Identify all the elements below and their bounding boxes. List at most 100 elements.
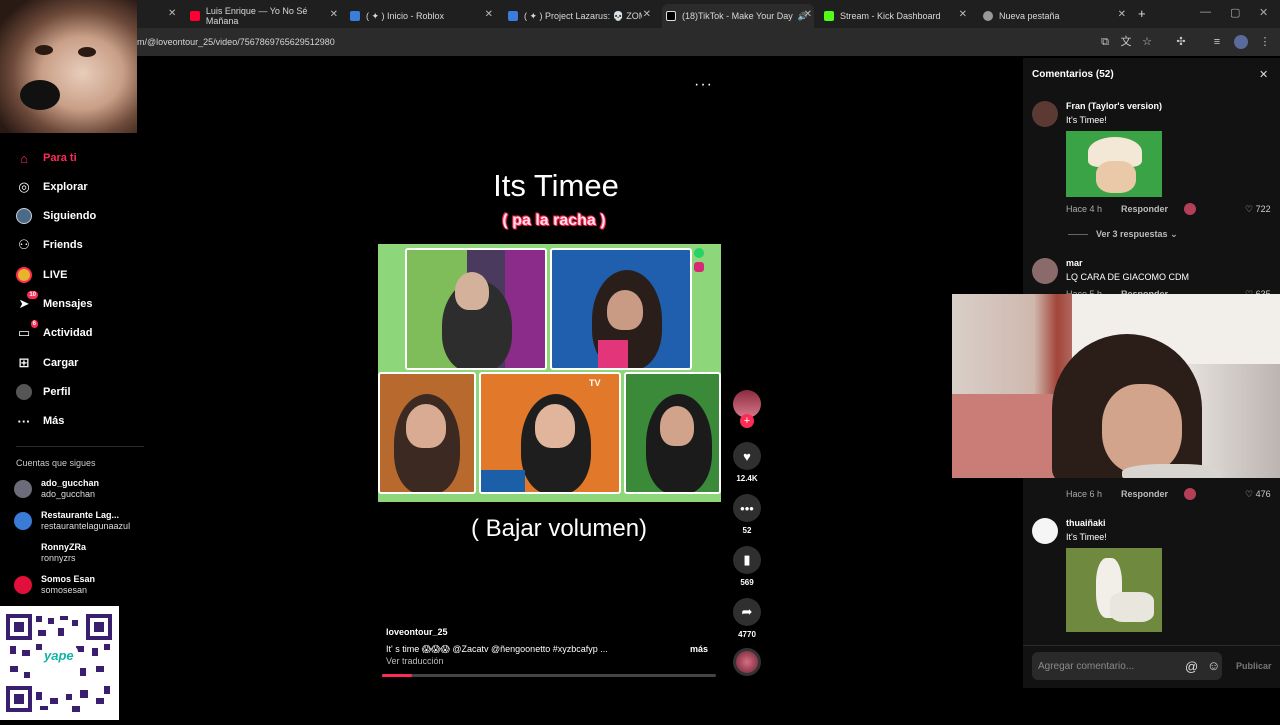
new-tab-button[interactable]: + bbox=[1138, 6, 1146, 21]
close-tab-icon[interactable]: ✕ bbox=[804, 9, 812, 20]
frame-detail bbox=[505, 250, 545, 368]
heart-icon[interactable]: ♥ bbox=[733, 442, 761, 470]
video-author[interactable]: loveontour_25 bbox=[386, 627, 448, 637]
comments-title: Comentarios (52) bbox=[1032, 69, 1114, 80]
nav-mensajes[interactable]: ➤ 10 Mensajes bbox=[16, 291, 93, 314]
close-tab-icon[interactable]: ✕ bbox=[168, 8, 176, 19]
video-player[interactable]: TV bbox=[378, 244, 721, 502]
share-action[interactable]: ➦ 4770 bbox=[733, 598, 761, 639]
like-action[interactable]: ♥ 12.4K bbox=[733, 442, 761, 483]
bookmark-icon[interactable]: ▮ bbox=[733, 546, 761, 574]
reply-button[interactable]: Responder bbox=[1121, 204, 1168, 214]
nav-live[interactable]: LIVE bbox=[16, 265, 67, 285]
webcam-overlay-face bbox=[0, 0, 137, 133]
extensions-icon[interactable]: ✣ bbox=[1174, 35, 1188, 49]
nav-actividad[interactable]: ▭ 6 Actividad bbox=[16, 320, 93, 343]
comment-time: Hace 6 h bbox=[1066, 489, 1103, 499]
video-description: It' s time 😱😱😱 @Zacatv @ñengoonetto #xyz… bbox=[386, 644, 608, 654]
webcam-overlay-streamer bbox=[952, 294, 1280, 478]
account-name: ado_gucchan bbox=[41, 478, 100, 488]
share-count: 4770 bbox=[738, 630, 756, 639]
follow-button[interactable]: + bbox=[740, 414, 754, 428]
translate-link[interactable]: Ver traducción bbox=[386, 656, 444, 666]
media-control-icon[interactable]: ≡ bbox=[1210, 35, 1224, 49]
nav-explorar[interactable]: ◎ Explorar bbox=[16, 177, 87, 197]
nav-label: Friends bbox=[43, 239, 83, 251]
comment-action[interactable]: ••• 52 bbox=[733, 494, 761, 535]
close-tab-icon[interactable]: ✕ bbox=[959, 9, 967, 20]
bookmark-star-icon[interactable]: ☆ bbox=[1140, 35, 1154, 49]
minimize-icon[interactable]: — bbox=[1200, 6, 1211, 18]
nav-label: Para ti bbox=[43, 152, 77, 164]
webcam-detail bbox=[1122, 464, 1222, 478]
comment-likes[interactable]: ♡ 722 bbox=[1245, 204, 1271, 215]
translate-icon[interactable]: 文 bbox=[1119, 35, 1133, 49]
browser-tab-active[interactable]: (18)TikTok - Make Your Day 🔊 ✕ bbox=[662, 4, 814, 28]
nav-mas[interactable]: ··· Más bbox=[16, 411, 65, 431]
webcam-detail bbox=[952, 394, 1062, 478]
save-count: 569 bbox=[740, 578, 754, 587]
comment-gif-image[interactable] bbox=[1066, 548, 1162, 632]
view-replies-button[interactable]: Ver 3 respuestas ⌄ bbox=[1096, 229, 1178, 240]
browser-tab[interactable]: Nueva pestaña ✕ bbox=[983, 4, 1128, 28]
nav-perfil[interactable]: Perfil bbox=[16, 382, 71, 402]
profile-avatar[interactable] bbox=[1234, 35, 1248, 49]
browser-tab[interactable]: Luis Enrique — Yo No Sé Mañana ✕ bbox=[190, 4, 340, 28]
account-name: Somos Esan bbox=[41, 574, 96, 584]
friends-icon: ⚇ bbox=[18, 237, 30, 252]
nav-cargar[interactable]: ⊞ Cargar bbox=[16, 353, 79, 373]
more-description-link[interactable]: más bbox=[690, 644, 708, 654]
following-account[interactable]: Restaurante Lag... restaurantelagunaazul bbox=[14, 508, 130, 534]
mention-icon[interactable]: @ bbox=[1185, 659, 1198, 674]
account-handle: ronnyzrs bbox=[41, 553, 76, 563]
comment-username[interactable]: thuaiñaki bbox=[1066, 518, 1106, 528]
close-tab-icon[interactable]: ✕ bbox=[1118, 9, 1126, 20]
video-progress-bar[interactable] bbox=[382, 674, 716, 677]
publish-button[interactable]: Publicar bbox=[1236, 661, 1272, 671]
share-icon[interactable]: ➦ bbox=[733, 598, 761, 626]
comment-text: LQ CARA DE GIACOMO CDM bbox=[1066, 272, 1190, 282]
close-icon[interactable]: ✕ bbox=[1259, 68, 1268, 81]
creator-liked-icon bbox=[1184, 203, 1196, 215]
profile-icon bbox=[16, 384, 32, 400]
avatar[interactable] bbox=[1032, 101, 1058, 127]
nav-friends[interactable]: ⚇ Friends bbox=[16, 235, 83, 255]
comment-username[interactable]: Fran (Taylor's version) bbox=[1066, 101, 1162, 111]
nav-para-ti[interactable]: ⌂ Para ti bbox=[16, 148, 77, 168]
emoji-icon[interactable]: ☺ bbox=[1207, 658, 1220, 673]
live-icon bbox=[16, 267, 32, 283]
close-tab-icon[interactable]: ✕ bbox=[485, 9, 493, 20]
close-window-icon[interactable]: ✕ bbox=[1259, 6, 1268, 19]
nav-siguiendo[interactable]: Siguiendo bbox=[16, 206, 96, 226]
comment-icon[interactable]: ••• bbox=[733, 494, 761, 522]
install-app-icon[interactable]: ⧉ bbox=[1098, 35, 1112, 49]
browser-tab-strip: Luis Enrique — Yo No Sé Mañana ✕ ( ✦ ) I… bbox=[0, 0, 1280, 28]
nav-label: LIVE bbox=[43, 269, 68, 281]
close-tab-icon[interactable]: ✕ bbox=[330, 9, 338, 20]
save-action[interactable]: ▮ 569 bbox=[733, 546, 761, 587]
comment-likes[interactable]: ♡ 476 bbox=[1245, 489, 1271, 500]
maximize-icon[interactable]: ▢ bbox=[1230, 6, 1240, 19]
avatar[interactable] bbox=[1032, 518, 1058, 544]
browser-menu-icon[interactable]: ⋮ bbox=[1258, 35, 1272, 49]
comment-username[interactable]: mar bbox=[1066, 258, 1083, 268]
address-bar[interactable]: m/@loveontour_25/video/75678697656295129… bbox=[137, 37, 335, 47]
browser-tab[interactable]: ( ✦ ) Inicio - Roblox ✕ bbox=[350, 4, 495, 28]
comment-input-placeholder: Agregar comentario... bbox=[1038, 661, 1135, 672]
comment-gif-image[interactable] bbox=[1066, 131, 1162, 197]
more-options-icon[interactable]: ··· bbox=[694, 76, 713, 94]
music-disc-icon[interactable] bbox=[733, 648, 761, 676]
reply-button[interactable]: Responder bbox=[1121, 489, 1168, 499]
following-account[interactable]: ado_gucchan ado_gucchan bbox=[14, 476, 99, 502]
following-account[interactable]: RonnyZRa ronnyzrs bbox=[14, 540, 86, 566]
gif-detail bbox=[1110, 592, 1154, 622]
following-account[interactable]: Somos Esan somosesan bbox=[14, 572, 95, 598]
avatar[interactable] bbox=[1032, 258, 1058, 284]
browser-tab[interactable]: ( ✦ ) Project Lazarus: 💀 ZOMBIES ✕ bbox=[508, 4, 653, 28]
video-frame-tile bbox=[405, 248, 547, 370]
progress-fill bbox=[382, 674, 413, 677]
browser-tab[interactable]: Stream - Kick Dashboard ✕ bbox=[824, 4, 969, 28]
close-tab-icon[interactable]: ✕ bbox=[643, 9, 651, 20]
notification-badge: 6 bbox=[30, 320, 38, 328]
frame-detail bbox=[607, 290, 643, 330]
